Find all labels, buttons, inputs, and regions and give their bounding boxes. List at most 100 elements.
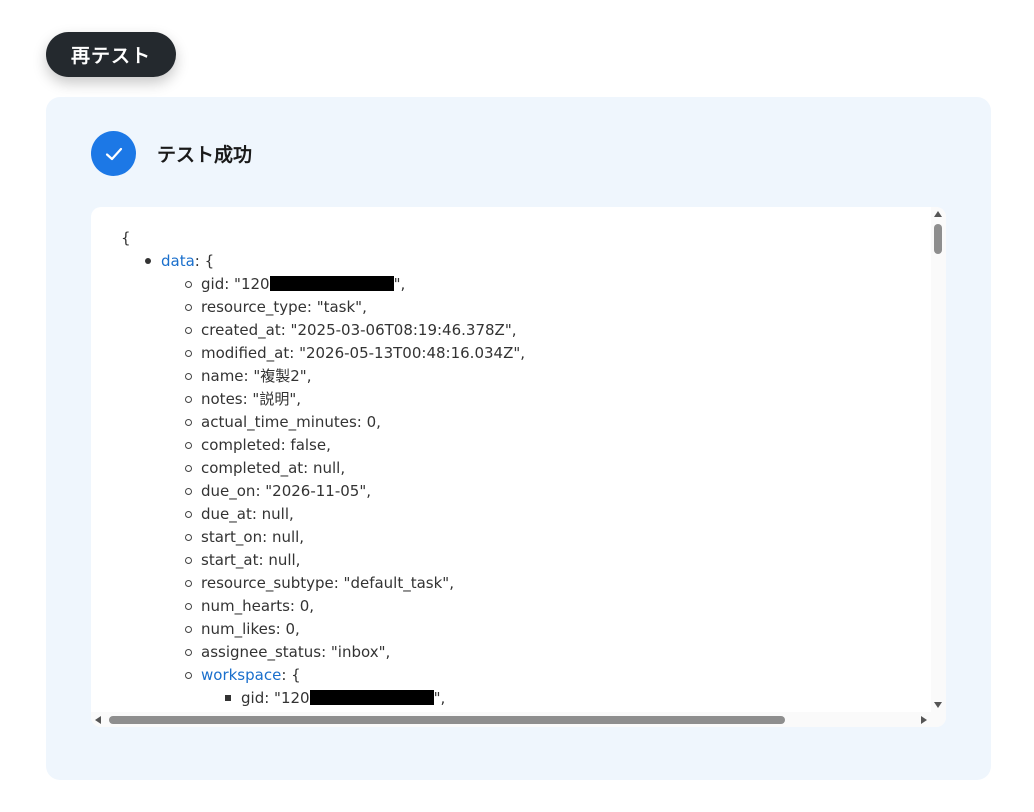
json-key: gid [201, 275, 225, 293]
json-value: : { [194, 252, 215, 270]
scroll-down-arrow-icon[interactable] [934, 702, 942, 708]
list-bullet-icon [185, 465, 192, 472]
json-key: name [201, 367, 244, 385]
json-key[interactable]: data [161, 252, 195, 270]
json-value: : "inbox", [321, 643, 391, 661]
scroll-left-arrow-icon[interactable] [95, 716, 101, 724]
json-line: num_hearts: 0, [201, 596, 314, 616]
list-bullet-icon [185, 557, 192, 564]
list-bullet-icon [185, 580, 192, 587]
json-value: : null, [251, 505, 294, 523]
json-line: resource_type: "task", [201, 297, 367, 317]
list-bullet-icon [185, 419, 192, 426]
list-bullet-icon [185, 626, 192, 633]
retest-button[interactable]: 再テスト [46, 32, 176, 77]
json-key[interactable]: workspace [201, 666, 281, 684]
json-key: due_at [201, 505, 252, 523]
json-key: assignee_status [201, 643, 322, 661]
json-key: start_on [201, 528, 263, 546]
scrollbar-corner [931, 712, 946, 727]
json-line: actual_time_minutes: 0, [201, 412, 381, 432]
json-line: gid: "120 ", [201, 274, 405, 294]
list-bullet-icon [225, 695, 231, 701]
list-bullet-icon [185, 442, 192, 449]
json-viewer[interactable]: { data: {gid: "120 ", resource_type: "task… [91, 207, 946, 727]
json-value: : "2025-03-06T08:19:46.378Z", [280, 321, 517, 339]
json-value: : "説明", [242, 390, 301, 408]
json-line: modified_at: "2026-05-13T00:48:16.034Z", [201, 343, 525, 363]
list-bullet-icon [185, 327, 192, 334]
json-value: : 0, [289, 597, 315, 615]
list-bullet-icon [145, 258, 151, 264]
json-value: : "2026-11-05", [255, 482, 372, 500]
json-value-tail: ", [393, 275, 406, 293]
redaction-block [309, 690, 434, 705]
json-line: due_at: null, [201, 504, 294, 524]
json-value: : "default_task", [333, 574, 454, 592]
json-key: gid [241, 689, 265, 707]
json-key: completed_at [201, 459, 304, 477]
json-key: created_at [201, 321, 281, 339]
json-key: num_hearts [201, 597, 290, 615]
list-bullet-icon [185, 304, 192, 311]
json-value-tail: ", [433, 689, 446, 707]
json-open-brace: { [121, 229, 131, 247]
check-icon [91, 131, 136, 176]
list-bullet-icon [185, 350, 192, 357]
json-line: completed_at: null, [201, 458, 345, 478]
json-value: : false, [280, 436, 331, 454]
json-key: due_on [201, 482, 256, 500]
list-bullet-icon [185, 396, 192, 403]
test-result-panel: テスト成功 { data: {gid: "120 ", resource_type:… [46, 97, 991, 780]
json-value: : null, [303, 459, 346, 477]
json-line: completed: false, [201, 435, 331, 455]
json-value: : 0, [275, 620, 300, 638]
vertical-scroll-thumb[interactable] [934, 224, 942, 254]
json-key: modified_at [201, 344, 290, 362]
json-key: resource_subtype [201, 574, 334, 592]
json-value: : "2026-05-13T00:48:16.034Z", [289, 344, 526, 362]
json-value: : 0, [356, 413, 381, 431]
json-value: : "task", [306, 298, 367, 316]
json-value: : "120 [224, 275, 270, 293]
json-line: start_on: null, [201, 527, 304, 547]
json-line: start_at: null, [201, 550, 300, 570]
json-line: data: { [161, 251, 214, 271]
json-value: : null, [258, 551, 301, 569]
horizontal-scroll-thumb[interactable] [109, 716, 785, 724]
list-bullet-icon [185, 488, 192, 495]
json-key: notes [201, 390, 243, 408]
json-line: gid: "120 ", [241, 688, 445, 708]
json-line: resource_subtype: "default_task", [201, 573, 454, 593]
json-line: num_likes: 0, [201, 619, 300, 639]
list-bullet-icon [185, 511, 192, 518]
horizontal-scrollbar[interactable] [91, 712, 931, 727]
json-line: workspace: { [201, 665, 301, 685]
list-bullet-icon [185, 672, 192, 679]
list-bullet-icon [185, 649, 192, 656]
json-key: resource_type [201, 298, 307, 316]
list-bullet-icon [185, 603, 192, 610]
json-value: : "120 [264, 689, 310, 707]
list-bullet-icon [185, 281, 192, 288]
json-line: created_at: "2025-03-06T08:19:46.378Z", [201, 320, 517, 340]
json-key: actual_time_minutes [201, 413, 357, 431]
json-value: : null, [262, 528, 305, 546]
json-value: : { [281, 666, 301, 684]
redaction-block [269, 276, 394, 291]
vertical-scrollbar[interactable] [931, 207, 946, 712]
json-key: completed [201, 436, 281, 454]
json-key: start_at [201, 551, 259, 569]
scroll-right-arrow-icon[interactable] [921, 716, 927, 724]
list-bullet-icon [185, 534, 192, 541]
json-key: num_likes [201, 620, 276, 638]
scroll-up-arrow-icon[interactable] [934, 211, 942, 217]
json-content: { data: {gid: "120 ", resource_type: "task… [91, 207, 931, 712]
json-value: : "複製2", [243, 367, 312, 385]
status-text: テスト成功 [157, 144, 253, 166]
json-line: notes: "説明", [201, 389, 301, 409]
json-line: assignee_status: "inbox", [201, 642, 390, 662]
json-line: due_on: "2026-11-05", [201, 481, 371, 501]
json-line: name: "複製2", [201, 366, 311, 386]
status-row: テスト成功 [91, 131, 252, 176]
